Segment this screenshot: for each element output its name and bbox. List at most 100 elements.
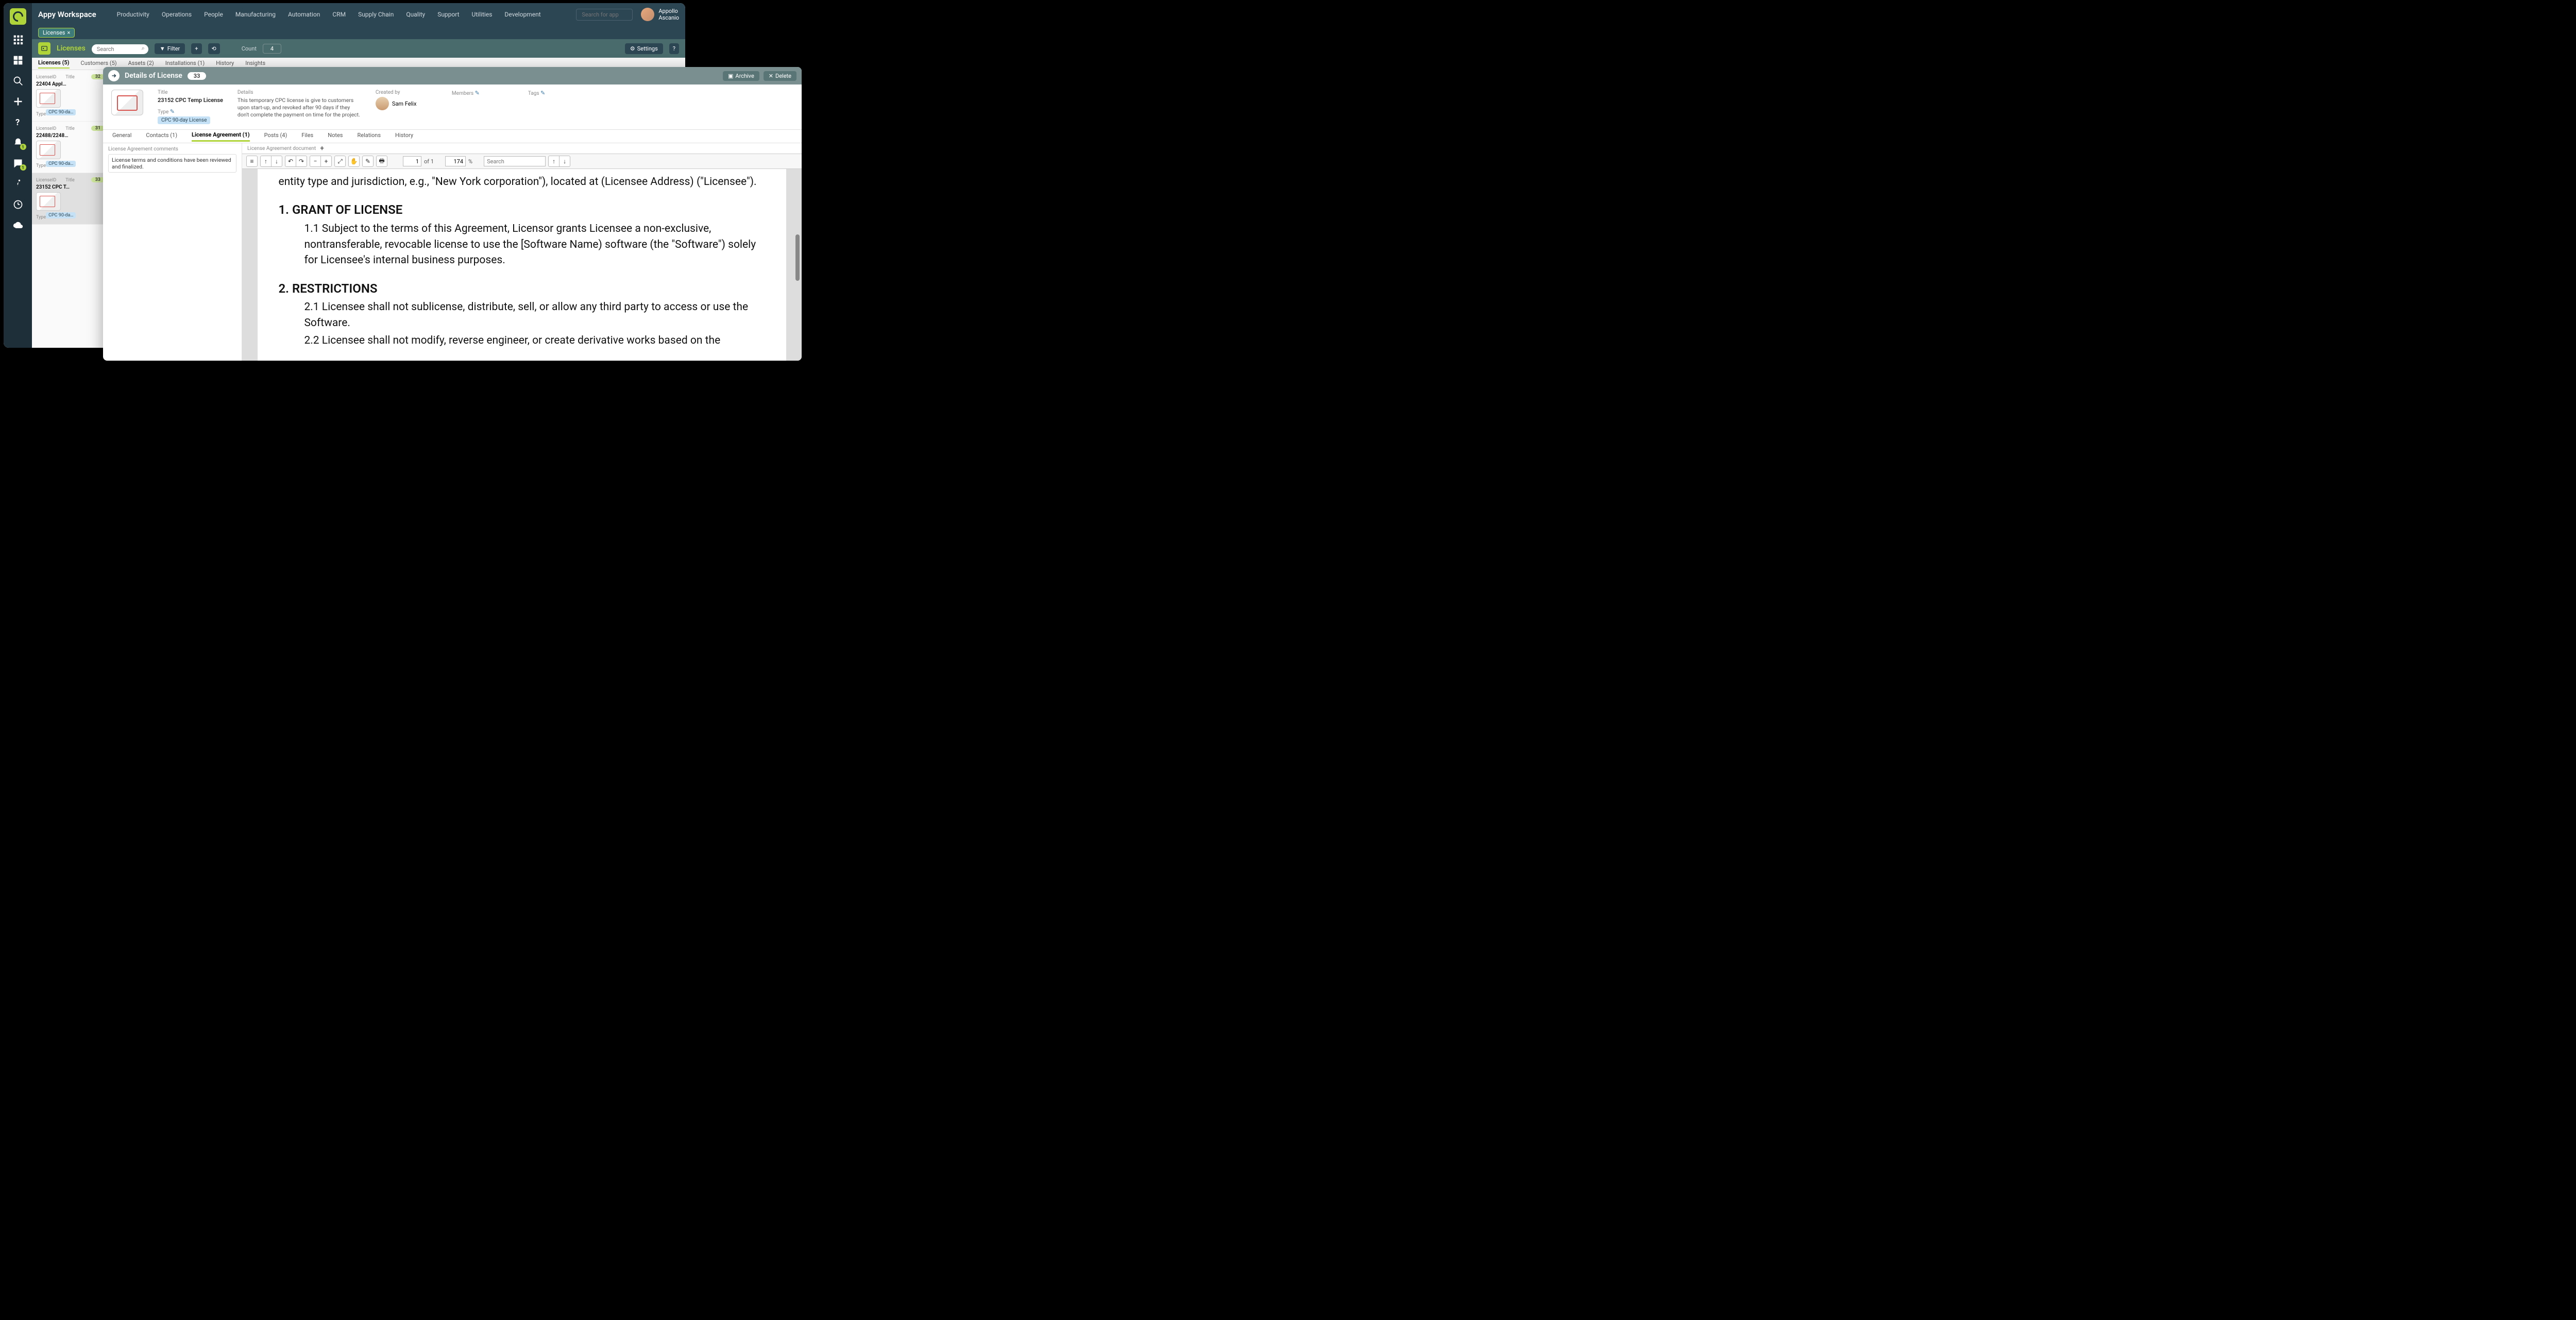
details-label: Details	[238, 90, 361, 95]
chip-licenses[interactable]: Licenses ×	[38, 28, 75, 38]
highlight-icon[interactable]: ✎	[362, 156, 374, 167]
breadcrumb-chips: Licenses ×	[32, 26, 685, 39]
edit-icon[interactable]: ✎	[170, 108, 175, 115]
detail-header: Details of License 33 ▣ Archive ✕ Delete	[103, 67, 802, 84]
document-page: entity type and jurisdiction, e.g., "New…	[258, 169, 786, 361]
module-toolbar: Licenses ⌕ ▼ Filter + ⟲ Count 4 ⚙ Settin…	[32, 39, 685, 58]
doc-paragraph: 2.1 Licensee shall not sublicense, distr…	[304, 299, 765, 331]
detail-tab[interactable]: History	[395, 132, 413, 141]
app-logo[interactable]	[10, 8, 26, 25]
module-icon[interactable]	[38, 42, 50, 55]
top-nav-item[interactable]: Development	[504, 11, 540, 18]
detail-tab[interactable]: Files	[301, 132, 313, 141]
comments-label: License Agreement comments	[108, 146, 236, 152]
chat-icon[interactable]: 1	[12, 158, 24, 169]
settings-button[interactable]: ⚙ Settings	[625, 43, 663, 54]
license-thumbnail-icon	[111, 90, 143, 115]
top-nav-item[interactable]: CRM	[332, 11, 346, 18]
search-next-icon[interactable]: ↓	[559, 156, 570, 167]
license-list-item[interactable]: LicenseID32Title22404 Appl…TypeCPC 90-da…	[32, 70, 109, 122]
module-search-input[interactable]	[92, 44, 148, 54]
document-viewer[interactable]: entity type and jurisdiction, e.g., "New…	[242, 169, 802, 361]
user-menu[interactable]: AppolloAscanio	[641, 8, 679, 21]
detail-tab[interactable]: Posts (4)	[264, 132, 287, 141]
top-nav-item[interactable]: Operations	[162, 11, 192, 18]
top-nav-item[interactable]: Support	[437, 11, 459, 18]
details-text: This temporary CPC license is give to cu…	[238, 97, 361, 119]
filter-button[interactable]: ▼ Filter	[155, 43, 185, 54]
refresh-button[interactable]: ⟲	[208, 43, 220, 54]
workspace-title: Appy Workspace	[38, 10, 96, 19]
archive-button[interactable]: ▣ Archive	[723, 71, 759, 81]
license-list-item[interactable]: LicenseID33Title23152 CPC T…TypeCPC 90-d…	[32, 173, 109, 225]
detail-tab[interactable]: Notes	[328, 132, 343, 141]
rotate-right-icon[interactable]: ↷	[296, 156, 307, 167]
type-label: Type	[158, 109, 168, 115]
left-sidebar: ? 1 1	[4, 3, 32, 348]
chip-label: Licenses	[43, 29, 65, 36]
detail-tab[interactable]: Relations	[357, 132, 381, 141]
top-nav-item[interactable]: Supply Chain	[358, 11, 394, 18]
zoom-in-icon[interactable]: +	[320, 156, 332, 167]
cloud-icon[interactable]	[12, 219, 24, 231]
delete-button[interactable]: ✕ Delete	[764, 71, 796, 81]
add-doc-button[interactable]: +	[320, 144, 324, 153]
detail-title: Details of License	[125, 72, 182, 80]
zoom-out-icon[interactable]: −	[310, 156, 321, 167]
print-icon[interactable]: 🖶	[376, 156, 387, 167]
doc-search-input[interactable]	[484, 156, 546, 166]
help-button[interactable]: ?	[669, 43, 679, 54]
search-app-input[interactable]	[576, 9, 633, 21]
notification-badge: 1	[20, 144, 26, 150]
rotate-left-icon[interactable]: ↶	[285, 156, 296, 167]
zoom-input[interactable]	[445, 156, 466, 166]
top-nav-item[interactable]: Quality	[406, 11, 425, 18]
comments-text[interactable]: License terms and conditions have been r…	[108, 154, 236, 173]
tab[interactable]: Licenses (5)	[38, 59, 70, 69]
clock-icon[interactable]	[12, 199, 24, 210]
add-button[interactable]: +	[191, 43, 201, 54]
edit-icon[interactable]: ✎	[540, 90, 545, 96]
detail-tab[interactable]: General	[112, 132, 131, 141]
page-input[interactable]	[403, 156, 421, 166]
search-prev-icon[interactable]: ↑	[548, 156, 560, 167]
license-list: LicenseID32Title22404 Appl…TypeCPC 90-da…	[32, 70, 109, 348]
top-nav-item[interactable]: People	[204, 11, 223, 18]
doc-heading: 1. GRANT OF LICENSE	[278, 201, 765, 219]
bell-icon[interactable]: 1	[12, 137, 24, 148]
edit-icon[interactable]: ✎	[475, 90, 480, 96]
apps-grid-icon[interactable]	[12, 34, 24, 45]
creator-avatar-icon	[376, 97, 389, 110]
chat-badge: 1	[20, 164, 26, 171]
detail-tab[interactable]: License Agreement (1)	[192, 131, 250, 142]
fullscreen-icon[interactable]: ⤢	[334, 156, 346, 167]
arrow-up-icon[interactable]: ↑	[260, 156, 272, 167]
top-nav-item[interactable]: Manufacturing	[235, 11, 276, 18]
add-icon[interactable]	[12, 96, 24, 107]
menu-icon[interactable]: ≡	[246, 156, 258, 167]
dashboard-icon[interactable]	[12, 55, 24, 66]
count-label: Count	[242, 45, 257, 52]
count-value: 4	[263, 44, 281, 54]
top-nav-item[interactable]: Utilities	[472, 11, 493, 18]
detail-info: Title 23152 CPC Temp License Type ✎ CPC …	[103, 84, 802, 130]
module-title: Licenses	[57, 44, 86, 53]
running-icon[interactable]	[12, 178, 24, 190]
doc-paragraph: 1.1 Subject to the terms of this Agreeme…	[304, 221, 765, 268]
help-icon[interactable]: ?	[12, 116, 24, 128]
search-icon[interactable]: ⌕	[142, 45, 145, 52]
pdf-toolbar: ≡ ↑ ↓ ↶ ↷ − + ⤢ ✋ ✎ 🖶 of 1	[242, 154, 802, 169]
search-icon[interactable]	[12, 75, 24, 87]
title-value: 23152 CPC Temp License	[158, 97, 223, 104]
scrollbar-thumb[interactable]	[795, 234, 800, 281]
top-nav-item[interactable]: Automation	[288, 11, 320, 18]
back-button[interactable]	[108, 70, 120, 81]
arrow-down-icon[interactable]: ↓	[271, 156, 282, 167]
close-icon[interactable]: ×	[67, 29, 70, 36]
creator-name: Sam Felix	[392, 100, 417, 107]
hand-tool-icon[interactable]: ✋	[348, 156, 360, 167]
license-list-item[interactable]: LicenseID31Title22488/2248…TypeCPC 90-da…	[32, 122, 109, 173]
detail-tab[interactable]: Contacts (1)	[146, 132, 177, 141]
user-name: AppolloAscanio	[658, 8, 679, 21]
top-nav-item[interactable]: Productivity	[117, 11, 149, 18]
